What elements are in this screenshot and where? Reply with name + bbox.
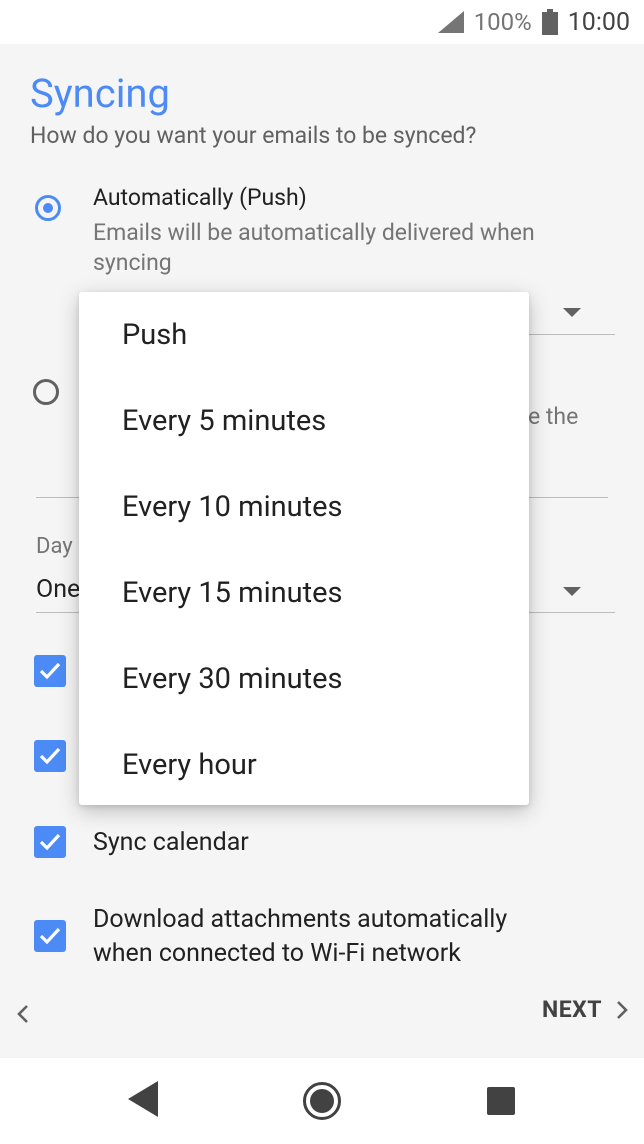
dropdown-item-label: Every 5 minutes [122, 404, 327, 438]
check-icon [39, 662, 61, 680]
radio-push[interactable] [35, 195, 61, 221]
nav-recents-icon[interactable] [487, 1087, 515, 1115]
checkbox-sync-calendar[interactable] [34, 826, 66, 858]
days-field-value[interactable]: One [36, 575, 80, 604]
status-bar: 100% 10:00 [0, 0, 644, 44]
check-icon [39, 747, 61, 765]
next-button[interactable]: NEXT [542, 996, 632, 1023]
download-attachments-label-line1: Download attachments automatically [93, 905, 508, 934]
sync-calendar-label: Sync calendar [93, 828, 249, 857]
option-push-description: Emails will be automatically delivered w… [93, 218, 535, 278]
sync-frequency-dropdown: Push Every 5 minutes Every 10 minutes Ev… [79, 292, 529, 805]
radio-interval[interactable] [33, 379, 59, 405]
back-chevron-icon[interactable] [12, 1002, 36, 1026]
option-interval-description: e the [528, 403, 579, 430]
dropdown-item-label: Every 15 minutes [122, 576, 343, 610]
checkbox-2[interactable] [34, 740, 66, 772]
dropdown-item-every-hour[interactable]: Every hour [79, 722, 529, 808]
nav-back-icon[interactable] [128, 1081, 160, 1117]
checkbox-download-attachments[interactable] [34, 920, 66, 952]
dropdown-item-label: Every 30 minutes [122, 662, 343, 696]
battery-icon [541, 9, 558, 35]
dropdown-item-push[interactable]: Push [79, 292, 529, 378]
dropdown-item-every-15-minutes[interactable]: Every 15 minutes [79, 550, 529, 636]
dropdown-item-label: Push [122, 318, 188, 352]
option-push-description-line2: syncing [93, 249, 172, 276]
check-icon [39, 927, 61, 945]
page-subtitle: How do you want your emails to be synced… [30, 122, 477, 149]
battery-percent: 100% [473, 8, 532, 36]
dropdown-item-every-30-minutes[interactable]: Every 30 minutes [79, 636, 529, 722]
days-field-label: Day [36, 534, 73, 559]
next-button-label: NEXT [541, 996, 602, 1023]
option-push-description-line1: Emails will be automatically delivered w… [93, 219, 535, 246]
system-navigation-bar [0, 1058, 644, 1144]
days-dropdown-arrow-icon[interactable] [563, 587, 581, 596]
download-attachments-label-line2: when connected to Wi-Fi network [93, 939, 461, 968]
frequency-field-underline [528, 334, 615, 335]
page-title: Syncing [30, 70, 170, 117]
frequency-dropdown-arrow-icon[interactable] [563, 308, 581, 317]
dropdown-item-every-10-minutes[interactable]: Every 10 minutes [79, 464, 529, 550]
checkbox-1[interactable] [34, 655, 66, 687]
dropdown-item-label: Every 10 minutes [122, 490, 343, 524]
check-icon [39, 833, 61, 851]
dropdown-item-every-5-minutes[interactable]: Every 5 minutes [79, 378, 529, 464]
download-attachments-label: Download attachments automatically when … [93, 903, 507, 971]
option-push-title: Automatically (Push) [93, 184, 307, 211]
signal-icon [437, 11, 464, 33]
nav-home-icon[interactable] [302, 1081, 342, 1121]
clock: 10:00 [567, 7, 630, 37]
status-icons: 100% 10:00 [437, 6, 630, 38]
dropdown-item-label: Every hour [122, 748, 257, 782]
chevron-right-icon [617, 1000, 628, 1019]
